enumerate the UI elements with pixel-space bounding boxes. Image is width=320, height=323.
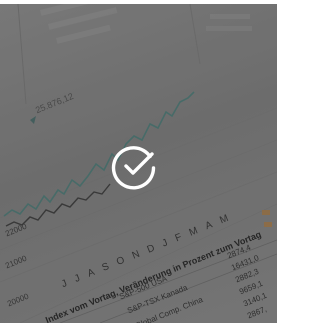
- image-card[interactable]: 25.876,12 22000 21000 20000 JJASONDJFMAM…: [0, 4, 277, 323]
- check-circle-icon[interactable]: [110, 142, 158, 190]
